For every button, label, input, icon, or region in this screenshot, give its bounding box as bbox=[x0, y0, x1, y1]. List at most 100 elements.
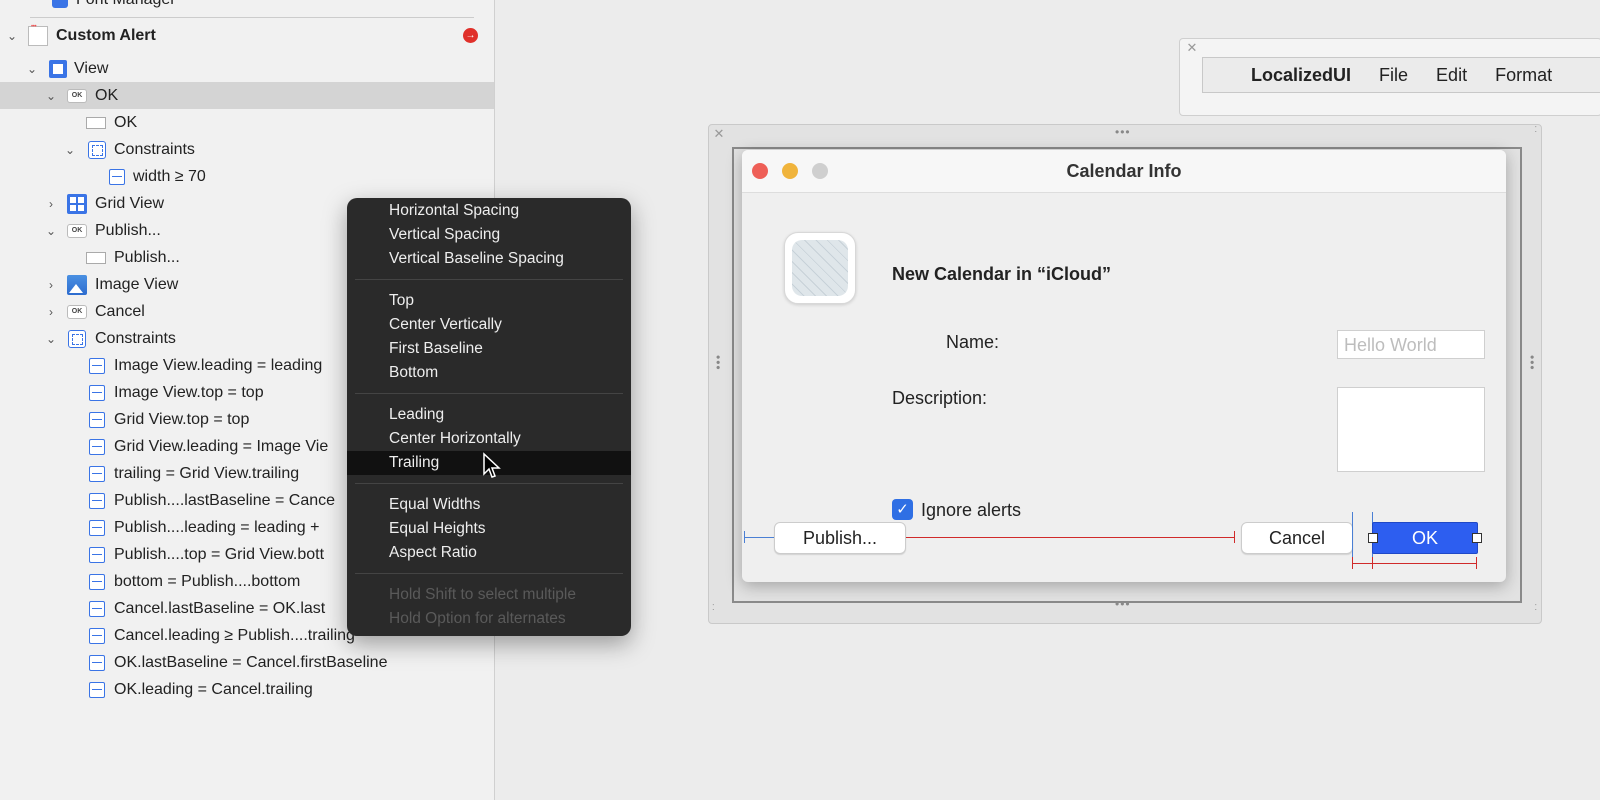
resize-handle-top[interactable]: ••• bbox=[1115, 125, 1131, 139]
menu-item-aspect-ratio[interactable]: Aspect Ratio bbox=[347, 541, 631, 565]
menu-item-center-horizontally[interactable]: Center Horizontally bbox=[347, 427, 631, 451]
name-placeholder: Hello World bbox=[1344, 335, 1437, 355]
text-field-icon bbox=[86, 114, 106, 132]
menu-item-top[interactable]: Top bbox=[347, 289, 631, 313]
outline-label: Publish....leading = leading + bbox=[114, 518, 320, 536]
ok-button[interactable]: OK bbox=[1372, 522, 1478, 554]
menu-item-first-baseline[interactable]: First Baseline bbox=[347, 337, 631, 361]
button-icon: OK bbox=[67, 303, 87, 321]
menu-hint-option: Hold Option for alternates bbox=[389, 610, 566, 627]
chevron-down-icon[interactable]: ⌄ bbox=[5, 29, 19, 43]
outline-label: Grid View bbox=[95, 194, 165, 212]
constraint-icon bbox=[87, 411, 107, 429]
outline-row-constraint[interactable]: OK.leading = Cancel.trailing bbox=[0, 676, 494, 703]
chevron-right-icon[interactable]: › bbox=[44, 278, 58, 292]
outline-row-font-manager[interactable]: Font Manager bbox=[0, 0, 494, 13]
menu-file[interactable]: File bbox=[1365, 65, 1422, 86]
error-badge-icon[interactable]: → bbox=[463, 28, 478, 43]
window-icon bbox=[28, 24, 48, 46]
outline-row-custom-alert[interactable]: ⌄ Custom Alert → bbox=[0, 22, 494, 49]
menu-edit[interactable]: Edit bbox=[1422, 65, 1481, 86]
outline-label: bottom = Publish....bottom bbox=[114, 572, 301, 590]
alignment-guide bbox=[1352, 512, 1353, 560]
chevron-right-icon[interactable]: › bbox=[44, 305, 58, 319]
publish-button[interactable]: Publish... bbox=[774, 522, 906, 554]
text-field-icon bbox=[86, 249, 106, 267]
menu-format[interactable]: Format bbox=[1481, 65, 1566, 86]
constraint-icon bbox=[87, 357, 107, 375]
width-constraint-icon bbox=[107, 168, 127, 186]
menu-separator bbox=[355, 573, 623, 574]
width-constraint-line bbox=[1352, 563, 1476, 564]
outline-label: Image View.top = top bbox=[114, 383, 264, 401]
resize-handle-left[interactable] bbox=[1368, 533, 1378, 543]
main-menu-window[interactable]: ✕ LocalizedUI File Edit Format bbox=[1179, 38, 1600, 116]
outline-label: Cancel.leading ≥ Publish....trailing bbox=[114, 626, 355, 644]
resize-handle-right[interactable] bbox=[1472, 533, 1482, 543]
menu-item-vertical-spacing[interactable]: Vertical Spacing bbox=[347, 223, 631, 247]
menu-app-name[interactable]: LocalizedUI bbox=[1203, 65, 1365, 86]
chevron-down-icon[interactable]: ⌄ bbox=[44, 89, 58, 103]
chevron-down-icon[interactable]: ⌄ bbox=[63, 143, 77, 157]
dialog-heading: New Calendar in “iCloud” bbox=[892, 264, 1112, 284]
ignore-alerts-checkbox[interactable]: ✓ bbox=[892, 499, 913, 520]
name-field[interactable]: Hello World bbox=[1337, 330, 1485, 359]
outline-label: Font Manager bbox=[76, 0, 176, 9]
menu-hint-shift: Hold Shift to select multiple bbox=[389, 586, 576, 603]
alert-dialog[interactable]: Calendar Info New Calendar in “iCloud” N… bbox=[742, 150, 1506, 582]
outline-label: Cancel bbox=[95, 302, 145, 320]
outline-row-ok-button[interactable]: ⌄ OK OK bbox=[0, 82, 494, 109]
menu-item-equal-widths[interactable]: Equal Widths bbox=[347, 493, 631, 517]
constraint-context-menu[interactable]: Horizontal Spacing Vertical Spacing Vert… bbox=[347, 198, 631, 636]
spacing-constraint-line bbox=[904, 537, 1234, 538]
outline-row-view[interactable]: ⌄ View bbox=[0, 55, 494, 82]
outline-label: Publish....lastBaseline = Cance bbox=[114, 491, 336, 509]
cancel-button[interactable]: Cancel bbox=[1241, 522, 1353, 554]
description-label: Description: bbox=[892, 388, 988, 408]
resize-handle-left[interactable]: ••• bbox=[711, 355, 725, 371]
outline-label: Grid View.top = top bbox=[114, 410, 250, 428]
constraint-cap bbox=[744, 531, 745, 543]
constraint-cap bbox=[1234, 531, 1235, 543]
outline-label: Cancel.lastBaseline = OK.last bbox=[114, 599, 326, 617]
outline-row-ok-text[interactable]: OK bbox=[0, 109, 494, 136]
menu-item-horizontal-spacing[interactable]: Horizontal Spacing bbox=[347, 199, 631, 223]
outline-row-constraint[interactable]: OK.lastBaseline = Cancel.firstBaseline bbox=[0, 649, 494, 676]
chevron-right-icon[interactable]: › bbox=[44, 197, 58, 211]
menu-separator bbox=[355, 483, 623, 484]
object-icon bbox=[50, 0, 70, 9]
chevron-down-icon[interactable]: ⌄ bbox=[44, 224, 58, 238]
constraint-icon bbox=[87, 627, 107, 645]
close-icon[interactable]: ✕ bbox=[1185, 41, 1199, 55]
constraint-icon bbox=[87, 681, 107, 699]
menu-item-center-vertically[interactable]: Center Vertically bbox=[347, 313, 631, 337]
menu-separator bbox=[355, 393, 623, 394]
constraint-icon bbox=[87, 465, 107, 483]
button-icon: OK bbox=[67, 87, 87, 105]
outline-label: Custom Alert bbox=[56, 26, 156, 44]
outline-label: OK.lastBaseline = Cancel.firstBaseline bbox=[114, 653, 388, 671]
button-icon: OK bbox=[67, 222, 87, 240]
view-icon bbox=[48, 59, 68, 78]
menu-item-vertical-baseline-spacing[interactable]: Vertical Baseline Spacing bbox=[347, 247, 631, 271]
constraint-icon bbox=[87, 384, 107, 402]
menu-item-leading[interactable]: Leading bbox=[347, 403, 631, 427]
outline-row-ok-constraints[interactable]: ⌄ Constraints bbox=[0, 136, 494, 163]
constraints-icon bbox=[67, 329, 87, 348]
description-field[interactable] bbox=[1337, 387, 1485, 472]
menu-item-equal-heights[interactable]: Equal Heights bbox=[347, 517, 631, 541]
menu-item-bottom[interactable]: Bottom bbox=[347, 361, 631, 385]
resize-handle-corner-tr[interactable]: ⁚ bbox=[1534, 125, 1538, 134]
resize-handle-right[interactable]: ••• bbox=[1525, 355, 1539, 371]
chevron-down-icon[interactable]: ⌄ bbox=[44, 332, 58, 346]
constraints-icon bbox=[87, 140, 107, 159]
outline-row-width-constraint[interactable]: width ≥ 70 bbox=[0, 163, 494, 190]
outline-label: Publish....top = Grid View.bott bbox=[114, 545, 325, 563]
divider bbox=[30, 17, 474, 18]
resize-handle-corner-bl[interactable]: ⁚ bbox=[712, 603, 716, 612]
constraint-icon bbox=[87, 519, 107, 537]
close-icon[interactable]: ✕ bbox=[712, 127, 726, 141]
outline-label: Constraints bbox=[95, 329, 176, 347]
resize-handle-corner-br[interactable]: ⁚ bbox=[1534, 603, 1538, 612]
chevron-down-icon[interactable]: ⌄ bbox=[25, 62, 39, 76]
